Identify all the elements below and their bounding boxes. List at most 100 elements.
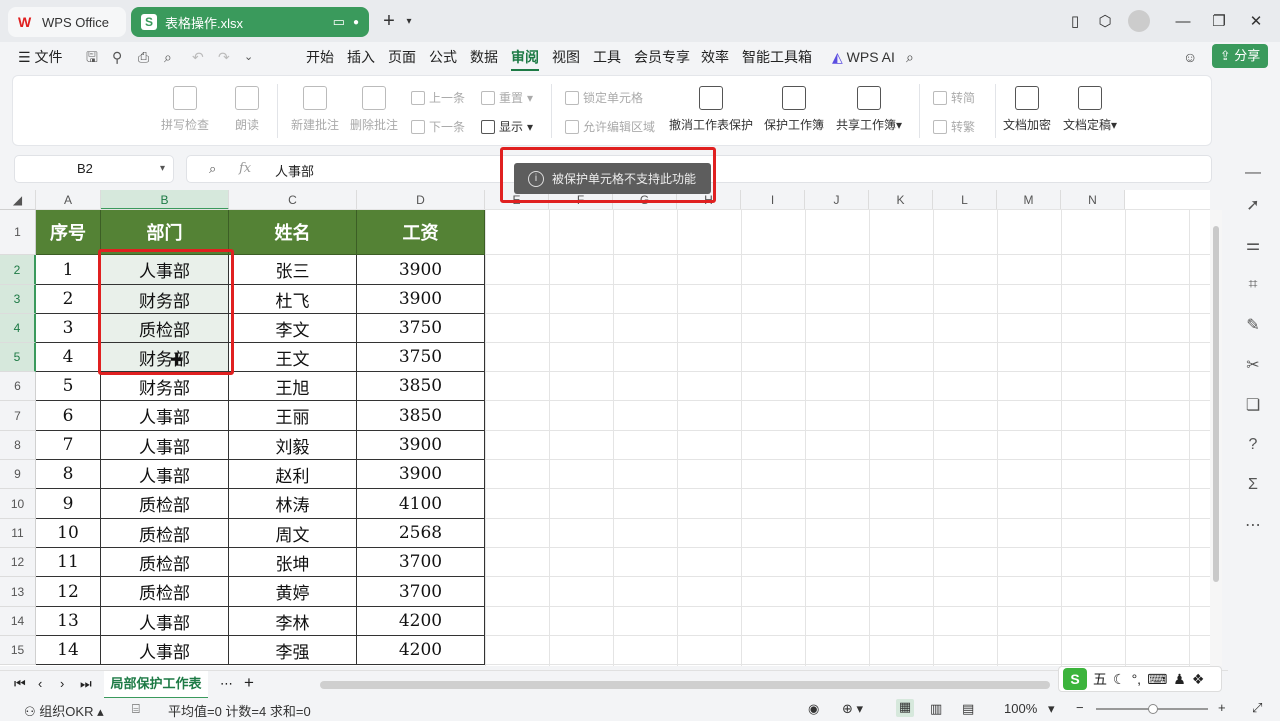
table-cell[interactable]: 6: [36, 401, 101, 431]
row-header-9[interactable]: 9: [0, 460, 36, 489]
zoom-icon[interactable]: ⌕: [209, 161, 216, 177]
crosshair-icon[interactable]: ⊕ ▾: [842, 701, 863, 717]
table-cell[interactable]: 3: [36, 314, 101, 343]
row-header-7[interactable]: 7: [0, 401, 36, 431]
row-header-14[interactable]: 14: [0, 607, 36, 636]
table-cell[interactable]: 质检部: [101, 489, 229, 519]
menu-start[interactable]: 开始: [306, 47, 334, 67]
sliders-icon[interactable]: ⚌: [1242, 234, 1264, 256]
table-cell[interactable]: 李强: [229, 636, 357, 665]
table-cell[interactable]: 3900: [357, 255, 485, 285]
table-cell[interactable]: 13: [36, 607, 101, 636]
minimize-icon[interactable]: —: [1172, 10, 1194, 32]
okr-button[interactable]: ⚇ 组织OKR ▴: [24, 701, 104, 720]
table-cell[interactable]: 林涛: [229, 489, 357, 519]
menu-member[interactable]: 会员专享: [634, 47, 690, 67]
protect-workbook-button[interactable]: 保护工作簿: [764, 86, 824, 133]
row-header-13[interactable]: 13: [0, 577, 36, 607]
column-header-i[interactable]: I: [741, 190, 805, 210]
table-cell[interactable]: 5: [36, 372, 101, 401]
to-simplified-button[interactable]: 转简: [933, 89, 975, 106]
help-icon[interactable]: ?: [1242, 434, 1264, 456]
to-traditional-button[interactable]: 转繁: [933, 118, 975, 135]
share-button[interactable]: ⇪ 分享: [1212, 44, 1268, 68]
fx-icon[interactable]: fx: [239, 161, 251, 176]
tab-spreadsheet[interactable]: S 表格操作.xlsx ▭ ●: [131, 7, 369, 37]
vertical-scrollbar[interactable]: [1210, 210, 1222, 666]
share-workbook-button[interactable]: 共享工作簿▾: [836, 86, 902, 133]
main-menu-button[interactable]: ☰ 文件: [18, 47, 62, 67]
table-cell[interactable]: 8: [36, 460, 101, 489]
zoom-slider[interactable]: [1096, 704, 1208, 714]
table-header-cell[interactable]: 工资: [357, 210, 485, 255]
new-comment-button[interactable]: 新建批注: [291, 86, 339, 133]
table-cell[interactable]: 人事部: [101, 401, 229, 431]
monitor-icon[interactable]: ▭: [333, 14, 345, 30]
tools-icon[interactable]: ✂: [1242, 354, 1264, 376]
prev-comment-button[interactable]: 上一条: [411, 89, 465, 106]
table-cell[interactable]: 人事部: [101, 636, 229, 665]
column-header-c[interactable]: C: [229, 190, 357, 210]
collapse-icon[interactable]: —: [1242, 162, 1264, 184]
zoom-out-button[interactable]: −: [1076, 700, 1084, 715]
table-cell[interactable]: 王文: [229, 343, 357, 372]
select-all-corner[interactable]: ◢: [0, 190, 36, 210]
row-header-2[interactable]: 2: [0, 255, 36, 285]
table-cell[interactable]: 人事部: [101, 431, 229, 460]
column-header-b[interactable]: B: [101, 190, 229, 210]
menu-data[interactable]: 数据: [470, 47, 498, 67]
show-button[interactable]: 显示 ▾: [481, 118, 533, 135]
table-cell[interactable]: 9: [36, 489, 101, 519]
menu-page[interactable]: 页面: [388, 47, 416, 67]
row-header-3[interactable]: 3: [0, 285, 36, 314]
table-cell[interactable]: 3700: [357, 577, 485, 607]
prev-sheet-icon[interactable]: ‹: [38, 676, 42, 691]
more-chevron-icon[interactable]: ⌄: [244, 47, 253, 67]
tab-wps-office[interactable]: W WPS Office: [8, 7, 126, 37]
column-header-n[interactable]: N: [1061, 190, 1125, 210]
table-cell[interactable]: 人事部: [101, 460, 229, 489]
menu-view[interactable]: 视图: [552, 47, 580, 67]
table-header-cell[interactable]: 姓名: [229, 210, 357, 255]
next-sheet-icon[interactable]: ›: [60, 676, 64, 691]
zoom-dropdown-icon[interactable]: ▾: [1048, 701, 1055, 717]
table-cell[interactable]: 4100: [357, 489, 485, 519]
more-sheets-icon[interactable]: ⋯: [220, 676, 233, 692]
add-sheet-button[interactable]: +: [244, 673, 254, 693]
zoom-in-button[interactable]: +: [1218, 700, 1226, 715]
reset-button[interactable]: 重置 ▾: [481, 89, 533, 106]
more-icon[interactable]: ⋯: [1242, 514, 1264, 536]
undo-icon[interactable]: ↶: [192, 47, 204, 67]
row-header-15[interactable]: 15: [0, 636, 36, 665]
table-cell[interactable]: 质检部: [101, 577, 229, 607]
print-preview-icon[interactable]: ⌕: [164, 47, 172, 67]
table-cell[interactable]: 财务部: [101, 372, 229, 401]
redo-icon[interactable]: ↷: [218, 47, 230, 67]
row-header-11[interactable]: 11: [0, 519, 36, 548]
table-cell[interactable]: 4200: [357, 636, 485, 665]
row-header-10[interactable]: 10: [0, 489, 36, 519]
ime-toolbar[interactable]: S 五 ☾ °, ⌨ ♟ ❖: [1058, 666, 1222, 692]
table-cell[interactable]: 4: [36, 343, 101, 372]
row-header-8[interactable]: 8: [0, 431, 36, 460]
table-header-cell[interactable]: 序号: [36, 210, 101, 255]
table-cell[interactable]: 12: [36, 577, 101, 607]
menu-smart-toolbox[interactable]: 智能工具箱: [742, 47, 812, 67]
table-cell[interactable]: 质检部: [101, 548, 229, 577]
wps-ai-button[interactable]: ◭ WPS AI: [832, 47, 895, 67]
cursor-icon[interactable]: ➚: [1242, 194, 1264, 216]
table-cell[interactable]: 人事部: [101, 607, 229, 636]
table-cell[interactable]: 3850: [357, 372, 485, 401]
column-header-d[interactable]: D: [357, 190, 485, 210]
menu-formula[interactable]: 公式: [429, 47, 457, 67]
table-cell[interactable]: 11: [36, 548, 101, 577]
doc-finalize-button[interactable]: 文档定稿▾: [1063, 86, 1117, 133]
table-cell[interactable]: 王旭: [229, 372, 357, 401]
table-cell[interactable]: 2568: [357, 519, 485, 548]
table-cell[interactable]: 王丽: [229, 401, 357, 431]
chevron-down-icon[interactable]: ▾: [398, 10, 420, 32]
frame-icon[interactable]: ⌗: [1242, 274, 1264, 296]
table-cell[interactable]: 1: [36, 255, 101, 285]
macro-icon[interactable]: ⌸: [132, 701, 140, 717]
table-cell[interactable]: 10: [36, 519, 101, 548]
